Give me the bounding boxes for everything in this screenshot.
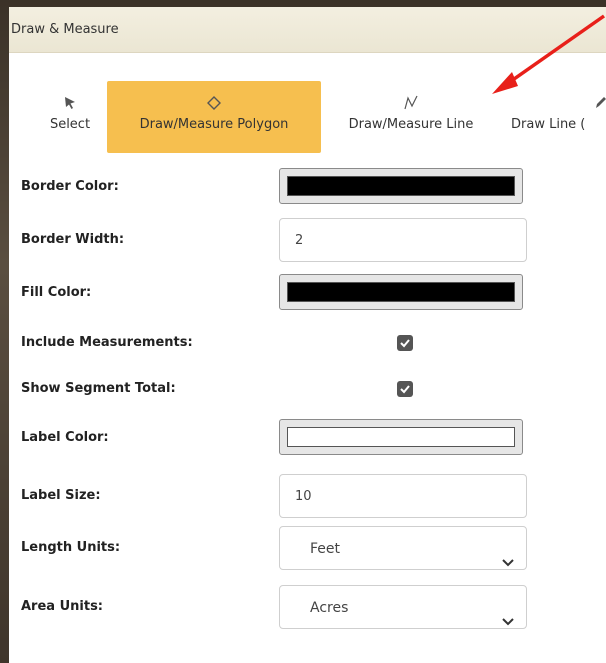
border-color-swatch (287, 176, 515, 196)
label-size-row: Label Size: 10 (21, 474, 581, 518)
include-measurements-checkbox[interactable] (397, 335, 413, 351)
border-color-row: Border Color: (21, 167, 581, 207)
border-width-row: Border Width: 2 (21, 218, 581, 262)
length-units-label: Length Units: (21, 540, 121, 555)
fill-color-row: Fill Color: (21, 273, 581, 313)
border-color-label: Border Color: (21, 179, 119, 194)
length-units-value: Feet (310, 541, 341, 557)
label-size-input[interactable]: 10 (279, 474, 527, 518)
area-units-label: Area Units: (21, 599, 104, 614)
label-color-picker[interactable] (279, 419, 523, 455)
fill-color-picker[interactable] (279, 274, 523, 310)
draw-measure-polygon-button[interactable]: Draw/Measure Polygon (107, 81, 321, 153)
show-segment-total-label: Show Segment Total: (21, 381, 176, 396)
chevron-down-icon (502, 601, 514, 645)
fill-color-label: Fill Color: (21, 285, 92, 300)
select-tool-label: Select (49, 117, 91, 132)
length-units-row: Length Units: Feet (21, 526, 581, 570)
show-segment-total-checkbox[interactable] (397, 381, 413, 397)
area-units-value: Acres (310, 600, 349, 616)
panel-title: Draw & Measure (11, 22, 119, 37)
select-arrow-icon (63, 91, 77, 115)
draw-line-label: Draw Line ( (511, 117, 586, 132)
polygon-icon (206, 91, 222, 115)
draw-measure-panel: Draw & Measure Select Draw/Measure Polyg… (9, 7, 606, 663)
draw-measure-line-label: Draw/Measure Line (348, 117, 474, 132)
include-measurements-row: Include Measurements: (21, 323, 581, 363)
checkmark-icon (400, 385, 410, 394)
border-width-label: Border Width: (21, 232, 125, 247)
annotation-arrow-icon (492, 14, 606, 94)
draw-measure-polygon-label: Draw/Measure Polygon (139, 117, 289, 132)
label-size-label: Label Size: (21, 488, 101, 503)
include-measurements-label: Include Measurements: (21, 335, 193, 350)
length-units-select[interactable]: Feet (279, 526, 527, 570)
show-segment-total-row: Show Segment Total: (21, 369, 581, 409)
label-color-row: Label Color: (21, 418, 581, 458)
label-color-swatch (287, 427, 515, 447)
chevron-down-icon (502, 542, 514, 586)
draw-measure-line-button[interactable]: Draw/Measure Line (325, 81, 497, 153)
border-color-picker[interactable] (279, 168, 523, 204)
label-color-label: Label Color: (21, 430, 109, 445)
select-tool-button[interactable]: Select (41, 81, 99, 153)
area-units-select[interactable]: Acres (279, 585, 527, 629)
fill-color-swatch (287, 282, 515, 302)
checkmark-icon (400, 339, 410, 348)
border-width-input[interactable]: 2 (279, 218, 527, 262)
polyline-icon (402, 91, 420, 115)
area-units-row: Area Units: Acres (21, 585, 581, 629)
